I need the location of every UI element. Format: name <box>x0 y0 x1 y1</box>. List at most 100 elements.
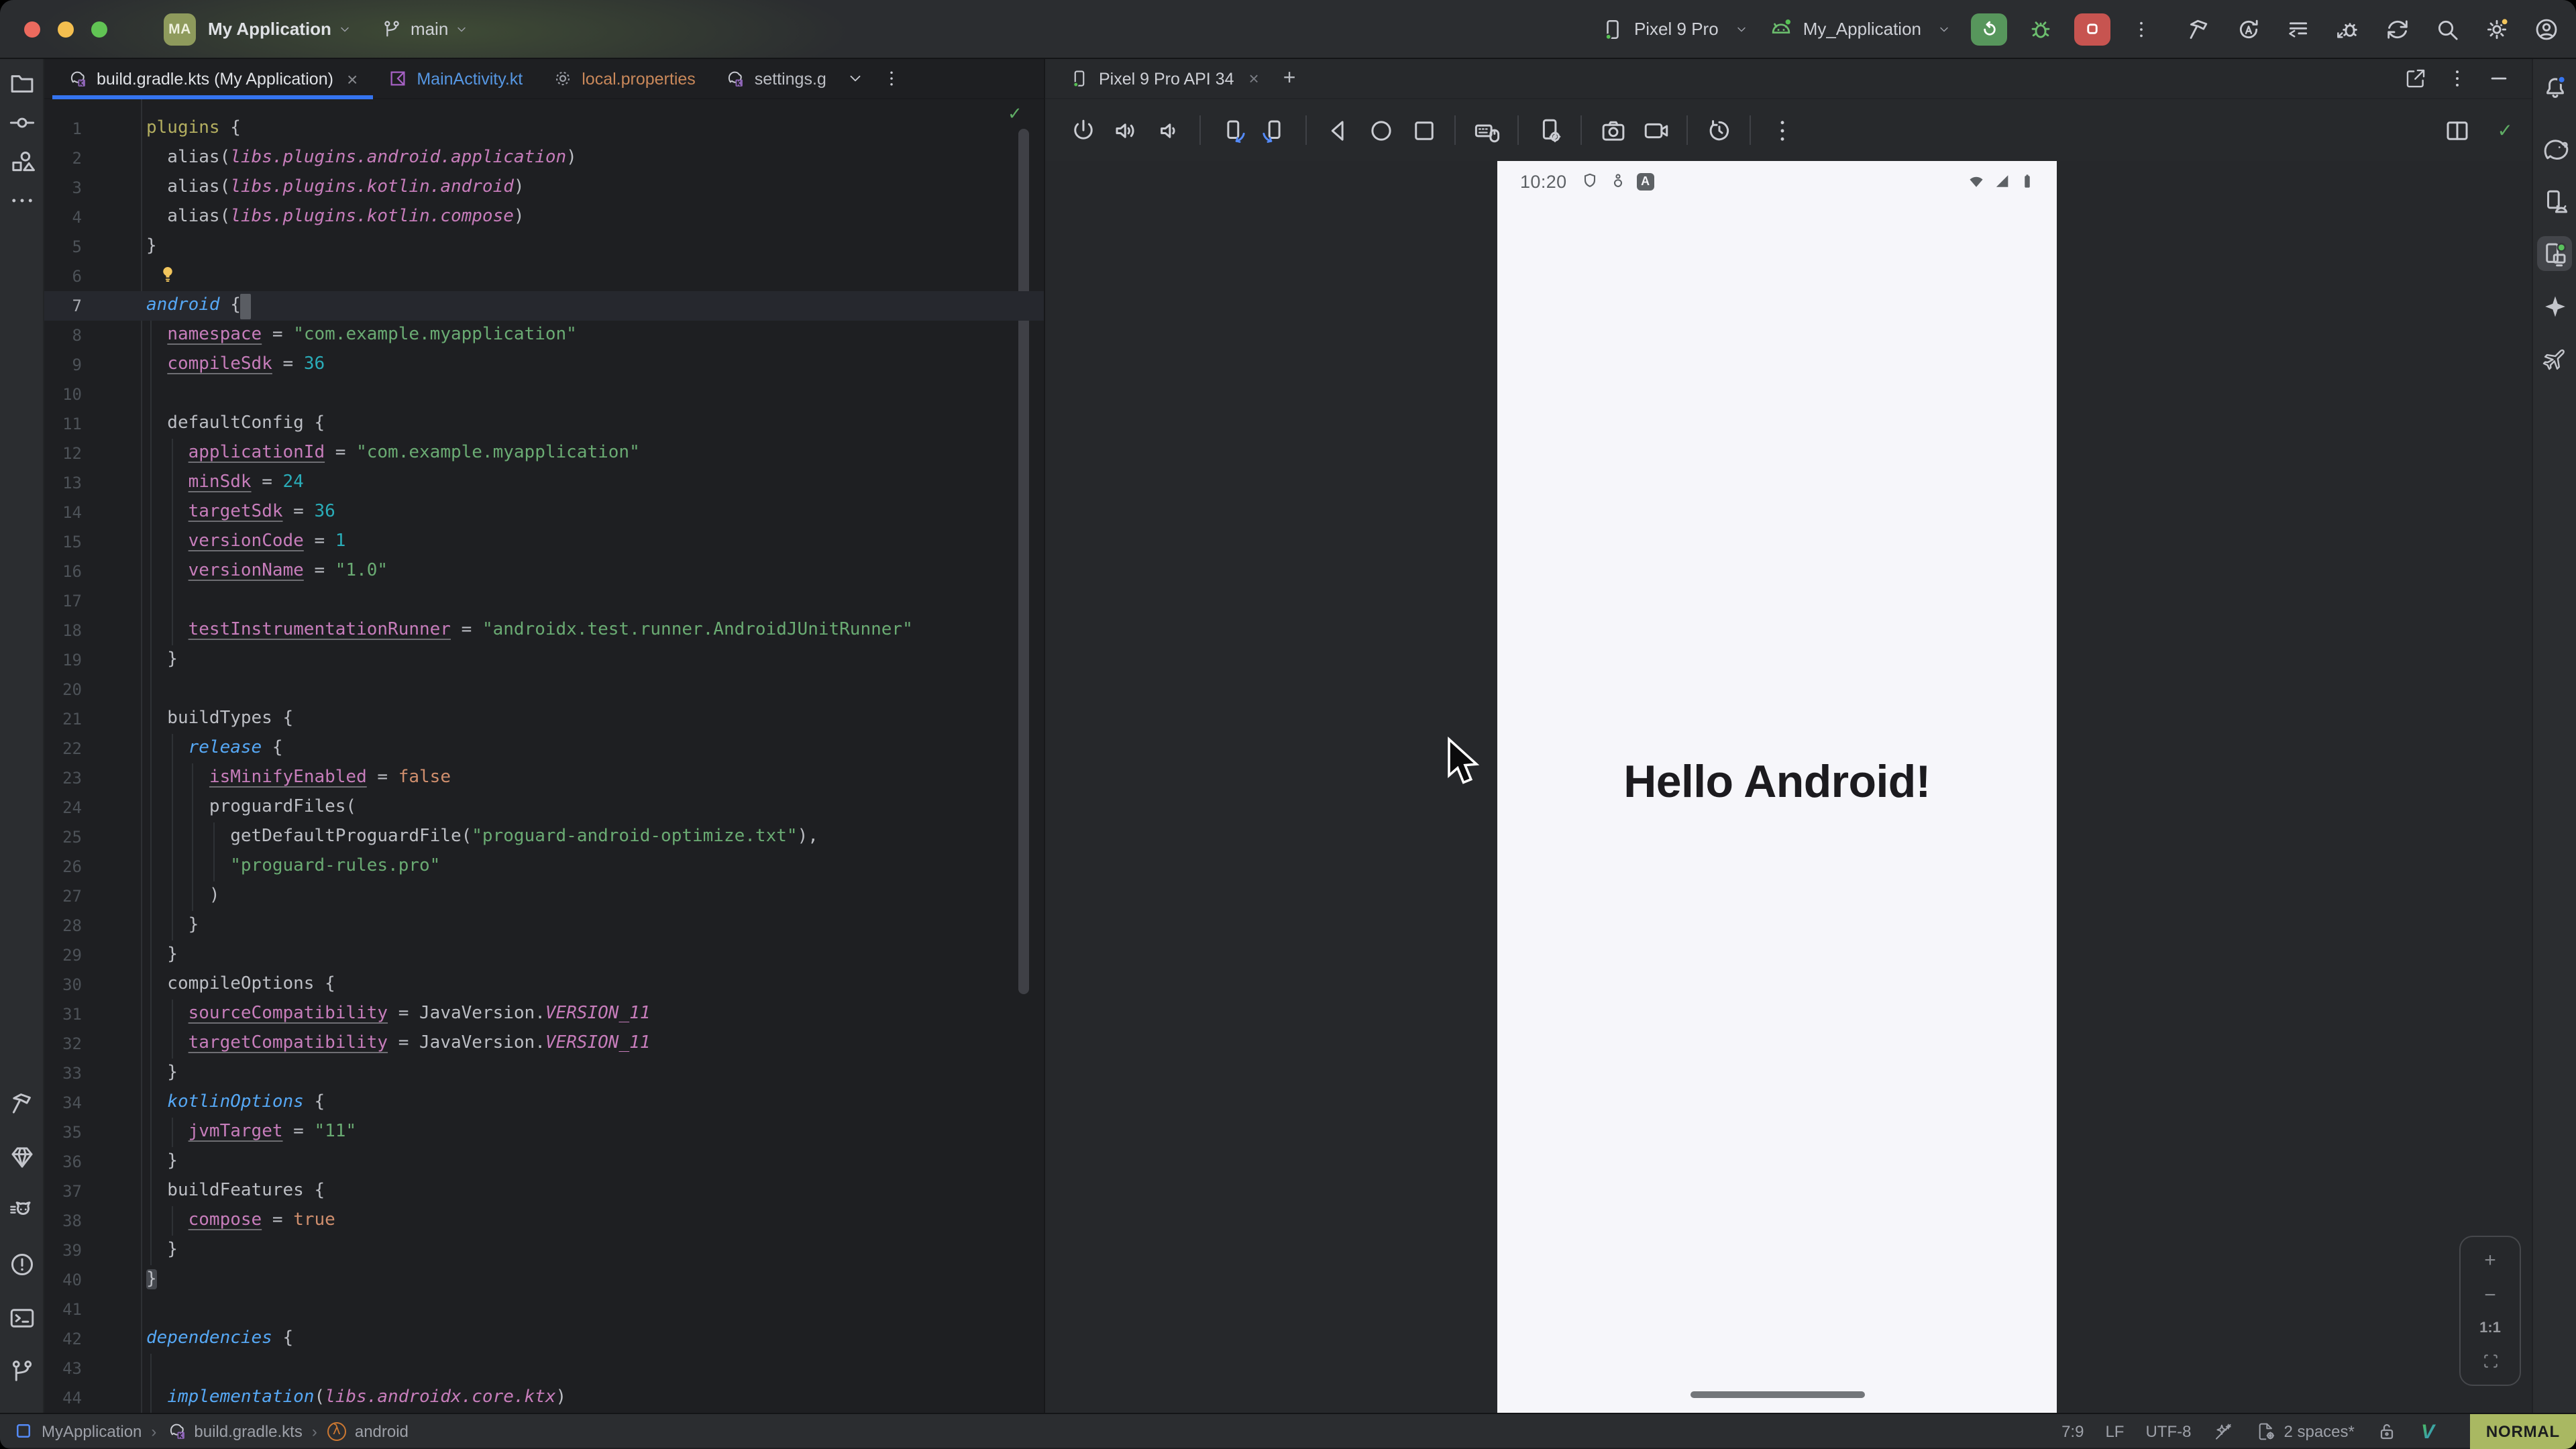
code-line-26[interactable]: 26 "proguard-rules.pro" <box>44 852 1044 881</box>
code-line-28[interactable]: 28 } <box>44 911 1044 941</box>
line-number[interactable]: 19 <box>44 645 82 675</box>
code-line-40[interactable]: 40} <box>44 1265 1044 1295</box>
code-line-37[interactable]: 37 buildFeatures { <box>44 1177 1044 1206</box>
code-line-4[interactable]: 4 alias(libs.plugins.kotlin.compose) <box>44 203 1044 232</box>
line-number[interactable]: 20 <box>44 675 82 704</box>
breadcrumb-item-build.gradle.kts[interactable]: build.gradle.kts <box>166 1421 302 1441</box>
tool-window-button-terminal[interactable] <box>4 1300 39 1335</box>
line-number[interactable]: 3 <box>44 173 82 203</box>
code-line-10[interactable]: 10 <box>44 380 1044 409</box>
build-icon[interactable] <box>2186 15 2212 42</box>
line-number[interactable]: 4 <box>44 203 82 232</box>
line-number[interactable]: 13 <box>44 468 82 498</box>
tool-window-button-project[interactable] <box>4 66 39 101</box>
breadcrumb-item-MyApplication[interactable]: MyApplication <box>13 1421 142 1441</box>
zoom-to-fit-button[interactable] <box>2480 1351 2500 1371</box>
more-run-actions-button[interactable] <box>2131 15 2152 42</box>
reset-icon[interactable] <box>1705 116 1733 144</box>
tool-window-button-gemini[interactable] <box>2537 288 2572 323</box>
attach-debugger-icon[interactable] <box>2334 15 2361 42</box>
code-line-5[interactable]: 5} <box>44 232 1044 262</box>
line-number[interactable]: 18 <box>44 616 82 645</box>
tool-window-button-device-manager[interactable] <box>2537 184 2572 219</box>
line-number[interactable]: 1 <box>44 114 82 144</box>
code-line-33[interactable]: 33 } <box>44 1059 1044 1088</box>
screenshot-icon[interactable] <box>1599 116 1627 144</box>
code-line-6[interactable]: 6 <box>44 262 1044 291</box>
code-line-27[interactable]: 27 ) <box>44 881 1044 911</box>
device-tab[interactable]: Pixel 9 Pro API 34 × <box>1059 59 1270 98</box>
line-number[interactable]: 6 <box>44 262 82 291</box>
code-line-32[interactable]: 32 targetCompatibility = JavaVersion.VER… <box>44 1029 1044 1059</box>
close-tab-icon[interactable]: × <box>347 68 358 89</box>
vim-mode-badge[interactable]: NORMAL <box>2470 1413 2576 1448</box>
apply-code-icon[interactable] <box>2285 15 2312 42</box>
tool-window-button-app-quality-insights[interactable] <box>4 1139 39 1174</box>
code-line-41[interactable]: 41 <box>44 1295 1044 1324</box>
line-number[interactable]: 28 <box>44 911 82 941</box>
zoom-actual-size-button[interactable]: 1:1 <box>2479 1320 2501 1336</box>
device-selector[interactable]: Pixel 9 Pro <box>1601 17 1748 41</box>
ai-assistant-disabled-icon[interactable] <box>2212 1420 2234 1442</box>
line-number[interactable]: 32 <box>44 1029 82 1059</box>
code-line-20[interactable]: 20 <box>44 675 1044 704</box>
more-vertical-icon[interactable] <box>1768 116 1796 144</box>
code-line-36[interactable]: 36 } <box>44 1147 1044 1177</box>
line-number[interactable]: 5 <box>44 232 82 262</box>
line-number[interactable]: 38 <box>44 1206 82 1236</box>
code-line-38[interactable]: 38 compose = true <box>44 1206 1044 1236</box>
line-number[interactable]: 14 <box>44 498 82 527</box>
editor-tab-settings.g[interactable]: settings.g <box>710 59 841 98</box>
caret-position-widget[interactable]: 7:9 <box>2061 1421 2084 1440</box>
line-number[interactable]: 24 <box>44 793 82 822</box>
code-line-13[interactable]: 13 minSdk = 24 <box>44 468 1044 498</box>
file-writable-icon[interactable] <box>2376 1420 2398 1442</box>
indent-widget[interactable]: 2 spaces* <box>2255 1420 2354 1442</box>
line-number[interactable]: 7 <box>44 291 82 321</box>
code-line-14[interactable]: 14 targetSdk = 36 <box>44 498 1044 527</box>
vcs-branch-widget[interactable]: main <box>381 18 468 40</box>
more-vertical-icon[interactable] <box>2446 67 2469 90</box>
rotate-left-icon[interactable] <box>1218 116 1246 144</box>
home-icon[interactable] <box>1366 116 1395 144</box>
close-device-tab-icon[interactable]: × <box>1249 68 1259 89</box>
code-line-29[interactable]: 29 } <box>44 941 1044 970</box>
screen-record-icon[interactable] <box>1642 116 1670 144</box>
code-line-3[interactable]: 3 alias(libs.plugins.kotlin.android) <box>44 173 1044 203</box>
code-line-25[interactable]: 25 getDefaultProguardFile("proguard-andr… <box>44 822 1044 852</box>
code-line-30[interactable]: 30 compileOptions { <box>44 970 1044 1000</box>
code-line-44[interactable]: 44 implementation(libs.androidx.core.ktx… <box>44 1383 1044 1413</box>
hide-icon[interactable] <box>2487 67 2510 90</box>
add-device-tab-button[interactable]: + <box>1270 59 1309 98</box>
code-line-15[interactable]: 15 versionCode = 1 <box>44 527 1044 557</box>
profile-icon[interactable] <box>2533 15 2560 42</box>
line-number[interactable]: 40 <box>44 1265 82 1295</box>
tool-window-button-more-tool-windows[interactable] <box>4 182 39 217</box>
line-number[interactable]: 43 <box>44 1354 82 1383</box>
back-icon[interactable] <box>1324 116 1352 144</box>
line-number[interactable]: 42 <box>44 1324 82 1354</box>
ideavim-icon[interactable]: V <box>2419 1420 2440 1442</box>
line-number[interactable]: 27 <box>44 881 82 911</box>
line-number[interactable]: 8 <box>44 321 82 350</box>
line-number[interactable]: 30 <box>44 970 82 1000</box>
volume-up-icon[interactable] <box>1112 116 1140 144</box>
line-number[interactable]: 44 <box>44 1383 82 1413</box>
editor-tab-MainActivity.kt[interactable]: MainActivity.kt <box>372 59 537 98</box>
code-line-35[interactable]: 35 jvmTarget = "11" <box>44 1118 1044 1147</box>
line-number[interactable]: 2 <box>44 144 82 173</box>
line-number[interactable]: 9 <box>44 350 82 380</box>
code-editor[interactable]: ✓ 1plugins {2 alias(libs.plugins.android… <box>44 99 1044 1413</box>
code-line-31[interactable]: 31 sourceCompatibility = JavaVersion.VER… <box>44 1000 1044 1029</box>
tab-options-icon[interactable] <box>881 68 902 89</box>
line-number[interactable]: 25 <box>44 822 82 852</box>
intention-bulb-icon[interactable] <box>157 264 178 286</box>
code-line-19[interactable]: 19 } <box>44 645 1044 675</box>
code-line-22[interactable]: 22 release { <box>44 734 1044 763</box>
code-line-42[interactable]: 42dependencies { <box>44 1324 1044 1354</box>
power-icon[interactable] <box>1069 116 1097 144</box>
line-number[interactable]: 34 <box>44 1088 82 1118</box>
code-line-11[interactable]: 11 defaultConfig { <box>44 409 1044 439</box>
code-line-34[interactable]: 34 kotlinOptions { <box>44 1088 1044 1118</box>
line-number[interactable]: 11 <box>44 409 82 439</box>
